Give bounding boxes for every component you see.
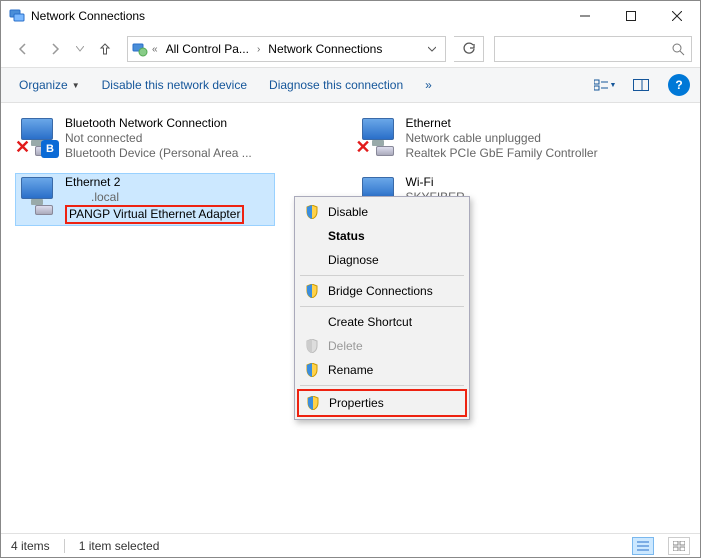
icons-view-button[interactable] xyxy=(668,537,690,555)
menu-properties[interactable]: Properties xyxy=(299,391,465,415)
menu-create-shortcut[interactable]: Create Shortcut xyxy=(298,310,466,334)
adapter-icon: ✕ xyxy=(358,116,398,156)
view-options-button[interactable]: ▼ xyxy=(590,72,620,98)
diagnose-button[interactable]: Diagnose this connection xyxy=(261,74,411,96)
menu-diagnose[interactable]: Diagnose xyxy=(298,248,466,272)
connection-status: .local xyxy=(65,190,244,205)
refresh-button[interactable] xyxy=(454,36,484,62)
menu-label: Bridge Connections xyxy=(328,284,433,298)
minimize-button[interactable] xyxy=(562,1,608,31)
shield-icon xyxy=(304,363,320,377)
window-title: Network Connections xyxy=(31,9,562,23)
bluetooth-icon: B xyxy=(41,140,59,158)
menu-separator xyxy=(300,275,464,276)
item-count: 4 items xyxy=(11,539,50,553)
connection-item-ethernet[interactable]: ✕ Ethernet Network cable unplugged Realt… xyxy=(356,114,616,163)
shield-icon xyxy=(304,339,320,353)
forward-button[interactable] xyxy=(41,35,69,63)
app-icon xyxy=(9,8,25,24)
menu-separator xyxy=(300,306,464,307)
disable-device-button[interactable]: Disable this network device xyxy=(94,74,255,96)
menu-delete: Delete xyxy=(298,334,466,358)
back-button[interactable] xyxy=(9,35,37,63)
connection-device: Bluetooth Device (Personal Area ... xyxy=(65,146,252,161)
menu-label: Status xyxy=(328,229,365,243)
status-bar: 4 items 1 item selected xyxy=(1,533,700,557)
history-dropdown[interactable] xyxy=(73,46,87,52)
menu-status[interactable]: Status xyxy=(298,224,466,248)
chevron-right-icon: › xyxy=(257,44,260,55)
menu-label: Disable xyxy=(328,205,368,219)
connection-name: Ethernet xyxy=(406,116,598,131)
help-button[interactable]: ? xyxy=(668,74,690,96)
titlebar: Network Connections xyxy=(1,1,700,31)
up-button[interactable] xyxy=(91,35,119,63)
shield-icon xyxy=(304,284,320,298)
disconnected-x-icon: ✕ xyxy=(15,137,30,158)
disconnected-x-icon: ✕ xyxy=(356,137,371,158)
connection-device: Realtek PCIe GbE Family Controller xyxy=(406,146,598,161)
connection-status: Not connected xyxy=(65,131,252,146)
details-view-button[interactable] xyxy=(632,537,654,555)
connection-item-bluetooth[interactable]: ✕ B Bluetooth Network Connection Not con… xyxy=(15,114,275,163)
menu-separator xyxy=(300,385,464,386)
connection-device: PANGP Virtual Ethernet Adapter xyxy=(65,205,244,224)
menu-rename[interactable]: Rename xyxy=(298,358,466,382)
menu-label: Delete xyxy=(328,339,363,353)
connection-status: Network cable unplugged xyxy=(406,131,598,146)
context-menu: Disable Status Diagnose Bridge Connectio… xyxy=(294,196,470,420)
shield-icon xyxy=(305,396,321,410)
connection-name: Wi-Fi xyxy=(406,175,465,190)
toolbar: Organize▼ Disable this network device Di… xyxy=(1,67,700,103)
connection-item-ethernet2[interactable]: Ethernet 2 .local PANGP Virtual Ethernet… xyxy=(15,173,275,226)
menu-disable[interactable]: Disable xyxy=(298,200,466,224)
control-panel-icon xyxy=(132,41,148,57)
menu-bridge[interactable]: Bridge Connections xyxy=(298,279,466,303)
breadcrumb-seg[interactable]: Network Connections xyxy=(264,40,386,58)
more-button[interactable]: » xyxy=(417,74,440,96)
close-button[interactable] xyxy=(654,1,700,31)
connection-name: Bluetooth Network Connection xyxy=(65,116,252,131)
breadcrumb-seg[interactable]: All Control Pa... xyxy=(162,40,253,58)
nav-row: « All Control Pa... › Network Connection… xyxy=(1,31,700,67)
adapter-icon xyxy=(17,175,57,215)
organize-button[interactable]: Organize▼ xyxy=(11,74,88,96)
search-icon xyxy=(671,42,685,56)
chevron-down-icon: ▼ xyxy=(72,81,80,90)
menu-label: Properties xyxy=(329,396,384,410)
connection-name: Ethernet 2 xyxy=(65,175,244,190)
shield-icon xyxy=(304,205,320,219)
selection-count: 1 item selected xyxy=(79,539,160,553)
preview-pane-button[interactable] xyxy=(626,72,656,98)
address-dropdown[interactable] xyxy=(423,46,441,52)
search-input[interactable] xyxy=(494,36,692,62)
menu-label: Rename xyxy=(328,363,373,377)
maximize-button[interactable] xyxy=(608,1,654,31)
adapter-icon: ✕ B xyxy=(17,116,57,156)
menu-label: Create Shortcut xyxy=(328,315,412,329)
chevron-icon: « xyxy=(152,44,158,55)
menu-label: Diagnose xyxy=(328,253,379,267)
address-bar[interactable]: « All Control Pa... › Network Connection… xyxy=(127,36,446,62)
